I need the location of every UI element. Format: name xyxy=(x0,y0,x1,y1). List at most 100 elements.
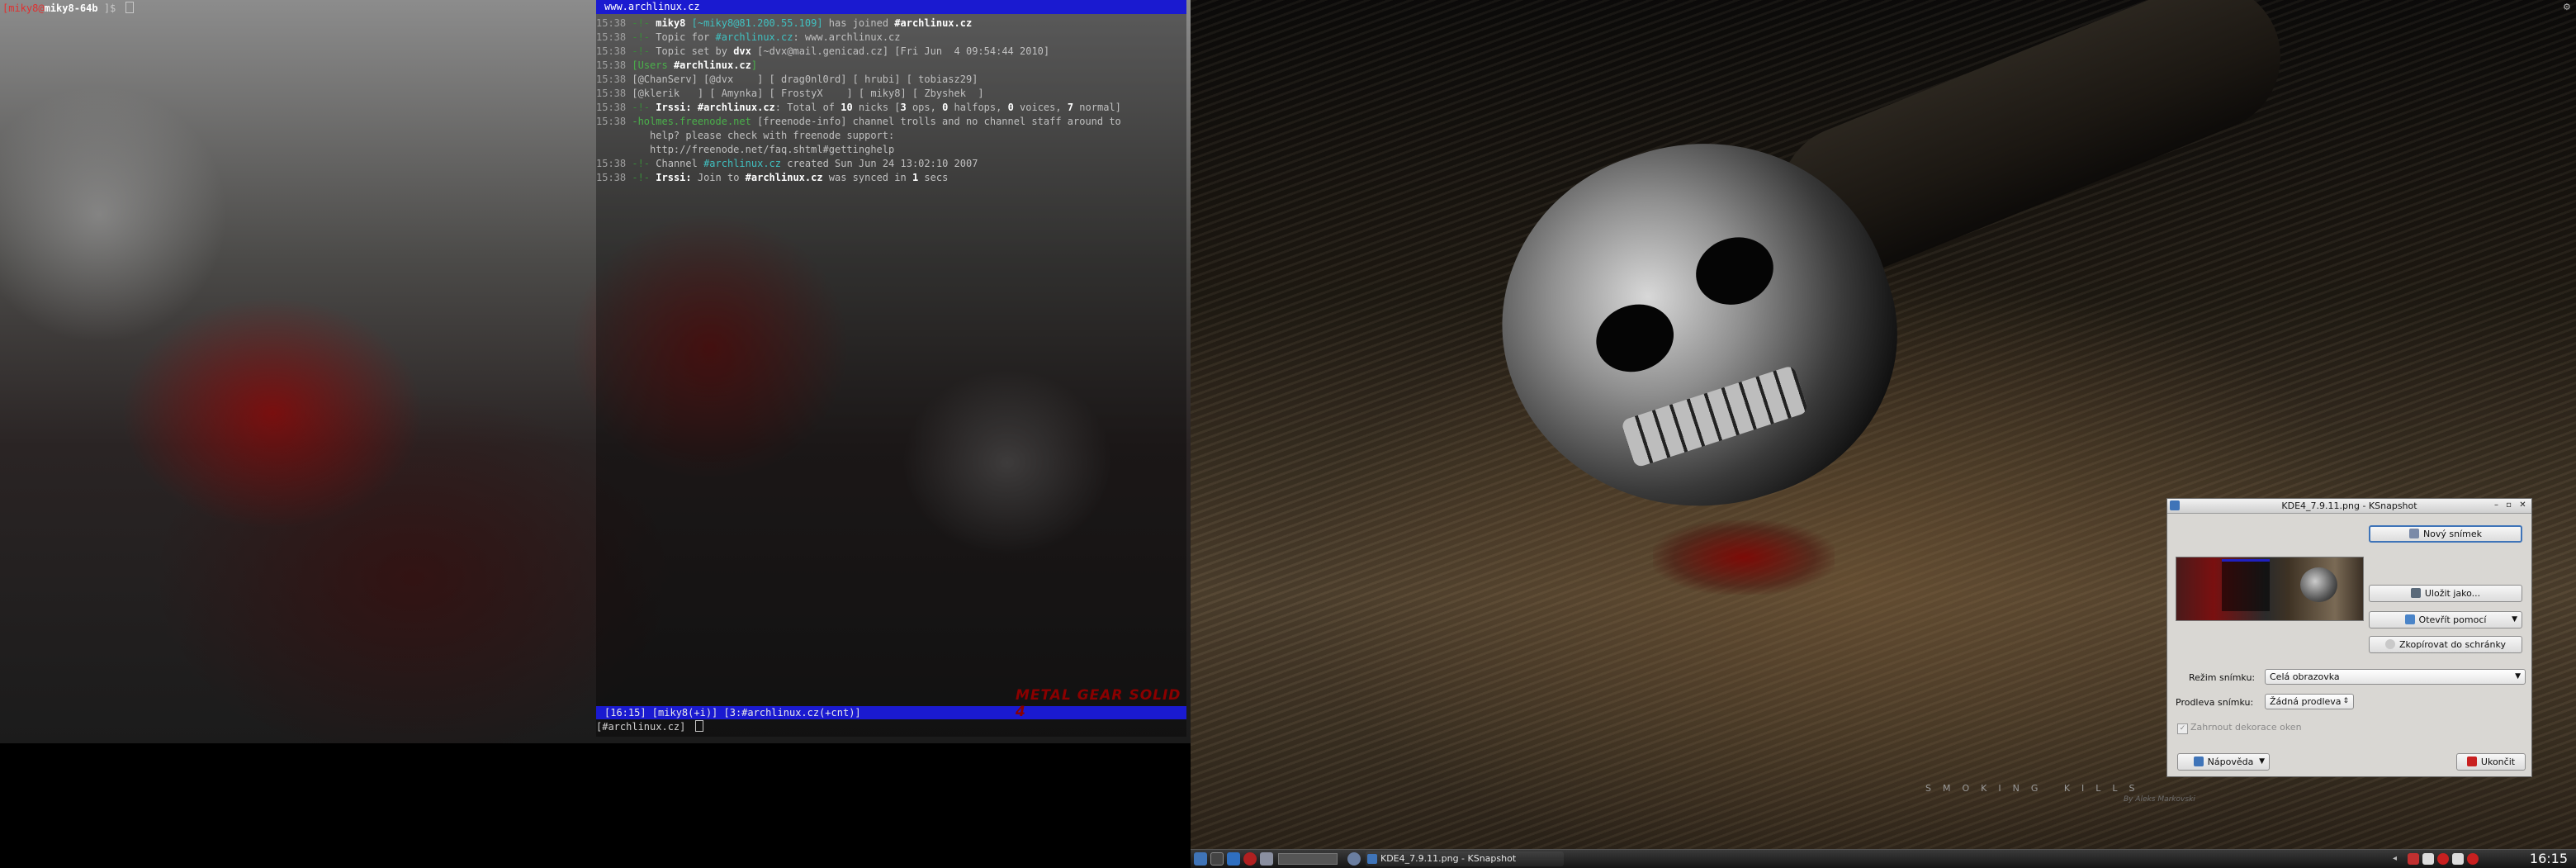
notification-icon[interactable] xyxy=(2467,853,2479,865)
irc-timestamp: 15:38 xyxy=(596,158,627,169)
help-label: Nápověda xyxy=(2207,757,2254,767)
quit-icon xyxy=(2466,757,2477,766)
irc-text-segment: has joined xyxy=(822,17,895,29)
irc-text-segment: Topic set by xyxy=(650,45,734,57)
copy-to-clipboard-button[interactable]: Zkopírovat do schránky xyxy=(2369,636,2522,653)
irc-log-line: 15:38 -!- Irssi: Join to #archlinux.cz w… xyxy=(596,171,1186,185)
desktop-toolbox-icon[interactable]: ⚙ xyxy=(2563,2,2574,12)
irc-text-segment: voices, xyxy=(1013,102,1068,113)
irc-text-segment: Irssi: xyxy=(650,172,698,183)
irc-text-segment: was synced in xyxy=(822,172,912,183)
irc-timestamp: 15:38 xyxy=(596,172,627,183)
open-with-label: Otevřít pomocí xyxy=(2418,614,2487,625)
snapshot-mode-value: Celá obrazovka xyxy=(2270,671,2340,682)
desktop-pager[interactable] xyxy=(1278,853,1338,865)
camera-icon xyxy=(2408,529,2419,538)
save-as-button[interactable]: Uložit jako... xyxy=(2369,585,2522,602)
irc-text-segment: #archlinux.cz xyxy=(894,17,973,29)
ksnapshot-titlebar[interactable]: KDE4_7.9.11.png - KSnapshot – ▫ ✕ xyxy=(2167,499,2531,514)
irc-text-segment: [~miky8@81.200.55.109] xyxy=(685,17,823,29)
tray-app-icon[interactable] xyxy=(2437,853,2449,865)
kde-menu-icon[interactable] xyxy=(1194,852,1207,866)
save-as-label: Uložit jako... xyxy=(2424,588,2481,599)
irc-log-line: 15:38 [Users #archlinux.cz] xyxy=(596,59,1186,73)
irc-text-segment: [~dvx@mail.genicad.cz] [Fri Jun 4 09:54:… xyxy=(751,45,1050,57)
irc-message-log: 15:38 -!- miky8 [~miky8@81.200.55.109] h… xyxy=(596,17,1186,185)
ksnapshot-app-icon[interactable] xyxy=(2170,500,2180,510)
irc-text-segment: Users xyxy=(637,59,674,71)
copy-to-clipboard-label: Zkopírovat do schránky xyxy=(2398,639,2507,650)
left-monitor-desktop: [miky8@miky8-64b ]$ www.archlinux.cz 15:… xyxy=(0,0,1191,743)
irc-timestamp: 15:38 xyxy=(596,116,627,127)
irc-text-segment: help? please check with freenode support… xyxy=(596,130,895,141)
irc-input-cursor xyxy=(694,720,703,732)
irc-text-segment: Topic for xyxy=(650,31,716,43)
quit-button[interactable]: Ukončit xyxy=(2456,753,2526,771)
terminal-cursor xyxy=(125,2,134,13)
include-decorations-checkbox[interactable]: ✓ xyxy=(2177,723,2188,734)
irssi-window[interactable]: www.archlinux.cz 15:38 -!- miky8 [~miky8… xyxy=(596,0,1186,737)
ksnapshot-task-icon xyxy=(1367,854,1377,864)
irc-text-segment: #archlinux.cz xyxy=(697,102,775,113)
help-button[interactable]: Nápověda ▼ xyxy=(2177,753,2270,771)
network-icon[interactable] xyxy=(1347,852,1361,866)
keyboard-layout-icon[interactable] xyxy=(2408,853,2419,865)
irc-text-segment: 7 xyxy=(1067,102,1074,113)
new-snapshot-button[interactable]: Nový snímek xyxy=(2369,525,2522,543)
irc-marker: -!- xyxy=(632,45,651,57)
minimize-icon[interactable]: – xyxy=(2491,500,2502,510)
clock[interactable]: 16:15 xyxy=(2482,850,2573,868)
prompt-host: miky8-64b xyxy=(44,2,98,14)
include-decorations-label: Zahrnout dekorace oken xyxy=(2190,722,2302,733)
irc-marker: -!- xyxy=(632,17,651,29)
irc-log-line: 15:38 -!- Channel #archlinux.cz created … xyxy=(596,157,1186,171)
snapshot-mode-select[interactable]: Celá obrazovka ▼ xyxy=(2265,669,2526,685)
irc-text-segment: halfops, xyxy=(948,102,1008,113)
irc-text-segment: Irssi: xyxy=(650,102,698,113)
taskbar-task-ksnapshot[interactable]: KDE4_7.9.11.png - KSnapshot xyxy=(1366,851,1564,866)
kde-panel: KDE4_7.9.11.png - KSnapshot ◂ 16:15 xyxy=(1191,849,2576,868)
media-player-icon[interactable] xyxy=(2422,853,2434,865)
irc-log-line: help? please check with freenode support… xyxy=(596,129,1186,143)
kde-launcher-icon[interactable] xyxy=(1227,852,1240,866)
opera-launcher-icon[interactable] xyxy=(1243,852,1257,866)
irc-log-line: 15:38 -!- miky8 [~miky8@81.200.55.109] h… xyxy=(596,17,1186,31)
irc-text-segment: ] xyxy=(751,59,758,71)
file-manager-launcher-icon[interactable] xyxy=(1260,852,1273,866)
irc-text-segment: 3 xyxy=(900,102,907,113)
skull-eye-left xyxy=(1587,294,1683,382)
irc-log-line: 15:38 [@klerik ] [ Amynka] [ FrostyX ] [… xyxy=(596,87,1186,101)
irc-text-segment: ops, xyxy=(906,102,943,113)
snapshot-delay-spinbox[interactable]: Žádná prodleva ⇕ xyxy=(2265,694,2354,709)
irc-text-segment: [freenode-info] channel trolls and no ch… xyxy=(751,116,1121,127)
network-tray-icon[interactable] xyxy=(2452,853,2464,865)
snapshot-delay-value: Žádná prodleva xyxy=(2270,696,2342,707)
spin-arrows-icon: ⇕ xyxy=(2342,697,2349,705)
close-icon[interactable]: ✕ xyxy=(2517,500,2528,510)
irc-text-segment: : www.archlinux.cz xyxy=(793,31,901,43)
irc-timestamp: 15:38 xyxy=(596,45,627,57)
open-with-button[interactable]: Otevřít pomocí ▼ xyxy=(2369,611,2522,628)
save-icon xyxy=(2410,588,2421,598)
terminal-prompt[interactable]: [miky8@miky8-64b ]$ xyxy=(2,2,134,14)
irc-text-segment: [@klerik ] [ Amynka] [ FrostyX ] [ miky8… xyxy=(632,88,984,99)
new-snapshot-label: Nový snímek xyxy=(2422,529,2483,539)
clipboard-icon xyxy=(2384,639,2395,649)
snapshot-preview[interactable] xyxy=(2176,557,2364,621)
prompt-tail: ]$ xyxy=(97,2,122,14)
quit-label: Ukončit xyxy=(2480,757,2516,767)
tray-expand-icon[interactable]: ◂ xyxy=(2393,853,2404,865)
irc-log-line: 15:38 -holmes.freenode.net [freenode-inf… xyxy=(596,115,1186,129)
irc-timestamp: 15:38 xyxy=(596,59,627,71)
irc-text-segment: 0 xyxy=(1007,102,1014,113)
ksnapshot-dialog: KDE4_7.9.11.png - KSnapshot – ▫ ✕ Nový s… xyxy=(2166,498,2532,777)
maximize-icon[interactable]: ▫ xyxy=(2503,500,2514,510)
irc-text-segment: Channel xyxy=(650,158,704,169)
taskbar-task-title: KDE4_7.9.11.png - KSnapshot xyxy=(1380,853,1517,864)
terminal-launcher-icon[interactable] xyxy=(1210,852,1224,866)
left-monitor-empty-area xyxy=(0,743,1191,867)
irc-input-line[interactable]: [#archlinux.cz] xyxy=(596,720,1186,733)
irc-log-line: 15:38 -!- Topic set by dvx [~dvx@mail.ge… xyxy=(596,45,1186,59)
irc-text-segment: #archlinux.cz xyxy=(715,31,793,43)
irc-text-segment: #archlinux.cz xyxy=(703,158,781,169)
